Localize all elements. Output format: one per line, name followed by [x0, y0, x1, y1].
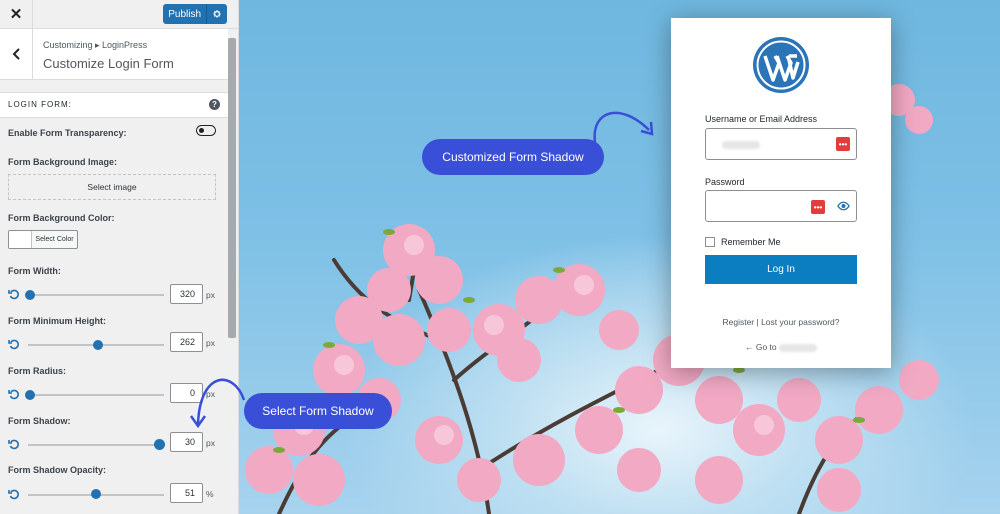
site-name-blurred	[779, 343, 818, 352]
select-color-label: Select Color	[35, 236, 74, 243]
password-label: Password	[705, 177, 745, 187]
reset-icon[interactable]	[8, 288, 20, 300]
help-icon[interactable]: ?	[209, 99, 220, 110]
unit-label: %	[206, 489, 214, 499]
close-button[interactable]: ✕	[0, 0, 33, 28]
callout-select-shadow: Select Form Shadow	[244, 393, 392, 429]
section-header: Customizing ▸ LoginPress Customize Login…	[0, 29, 228, 80]
form-width-slider[interactable]	[28, 294, 164, 296]
form-radius-slider[interactable]	[28, 394, 164, 396]
remember-me-checkbox[interactable]	[705, 237, 715, 247]
bg-image-label: Form Background Image:	[8, 157, 118, 167]
callout-customized-shadow: Customized Form Shadow	[422, 139, 604, 175]
form-width-input[interactable]: 320	[170, 284, 203, 304]
password-manager-icon[interactable]: •••	[836, 137, 850, 151]
transparency-toggle[interactable]	[196, 125, 216, 136]
form-shadow-slider[interactable]	[28, 444, 164, 446]
customizer-sidebar: ✕ Publish Customizing ▸ LoginPress Custo…	[0, 0, 239, 514]
back-button[interactable]	[0, 29, 33, 79]
publish-label: Publish	[168, 8, 202, 20]
password-input[interactable]: •••	[705, 190, 857, 222]
form-shadow-label: Form Shadow:	[8, 416, 71, 426]
wordpress-logo-icon	[753, 37, 809, 93]
reset-icon[interactable]	[8, 388, 20, 400]
form-shadow-thumb[interactable]	[154, 439, 165, 450]
username-input[interactable]: •••	[705, 128, 857, 160]
form-shadow-opacity-input[interactable]: 51	[170, 483, 203, 503]
transparency-label: Enable Form Transparency:	[8, 128, 127, 138]
remember-me-label[interactable]: Remember Me	[721, 237, 781, 247]
reset-icon[interactable]	[8, 438, 20, 450]
chevron-left-icon	[12, 48, 20, 60]
login-form-section-head: LOGIN FORM: ?	[0, 92, 228, 118]
select-color-button[interactable]: Select Color	[8, 230, 78, 249]
arrow-icon	[593, 111, 654, 143]
unit-label: px	[206, 438, 215, 448]
unit-label: px	[206, 338, 215, 348]
eye-icon[interactable]	[837, 200, 850, 212]
login-preview: Customized Form Shadow Select Form Shado…	[239, 0, 1000, 514]
toggle-knob	[199, 127, 204, 133]
section-title: LOGIN FORM:	[8, 100, 72, 109]
form-radius-thumb[interactable]	[25, 390, 35, 400]
register-lost-password-links[interactable]: Register | Lost your password?	[671, 317, 891, 327]
back-to-site-label: ← Go to	[744, 342, 777, 352]
form-radius-label: Form Radius:	[8, 366, 67, 376]
color-swatch	[9, 231, 32, 248]
page-title: Customize Login Form	[43, 56, 174, 71]
bg-color-label: Form Background Color:	[8, 213, 115, 223]
customizer-topbar: ✕ Publish	[0, 0, 238, 29]
form-width-label: Form Width:	[8, 266, 61, 276]
publish-button[interactable]: Publish	[163, 4, 227, 24]
username-label: Username or Email Address	[705, 114, 818, 124]
back-to-site-link[interactable]: ← Go to	[671, 342, 891, 352]
form-min-height-label: Form Minimum Height:	[8, 316, 106, 326]
gear-icon[interactable]	[206, 4, 227, 24]
select-image-button[interactable]: Select image	[8, 174, 216, 200]
form-width-thumb[interactable]	[25, 290, 35, 300]
form-min-height-input[interactable]: 262	[170, 332, 203, 352]
reset-icon[interactable]	[8, 338, 20, 350]
arrow-icon	[189, 378, 246, 429]
form-shadow-input[interactable]: 30	[170, 432, 203, 452]
login-button[interactable]: Log In	[705, 255, 857, 284]
username-value-blurred	[722, 141, 760, 149]
password-manager-icon[interactable]: •••	[811, 200, 825, 214]
reset-icon[interactable]	[8, 488, 20, 500]
sidebar-scrollbar[interactable]	[228, 38, 236, 338]
login-card: Username or Email Address ••• Password •…	[671, 18, 891, 368]
breadcrumb: Customizing ▸ LoginPress	[43, 40, 148, 50]
form-min-height-thumb[interactable]	[93, 340, 103, 350]
form-shadow-opacity-thumb[interactable]	[91, 489, 101, 499]
form-shadow-opacity-label: Form Shadow Opacity:	[8, 465, 107, 475]
unit-label: px	[206, 290, 215, 300]
